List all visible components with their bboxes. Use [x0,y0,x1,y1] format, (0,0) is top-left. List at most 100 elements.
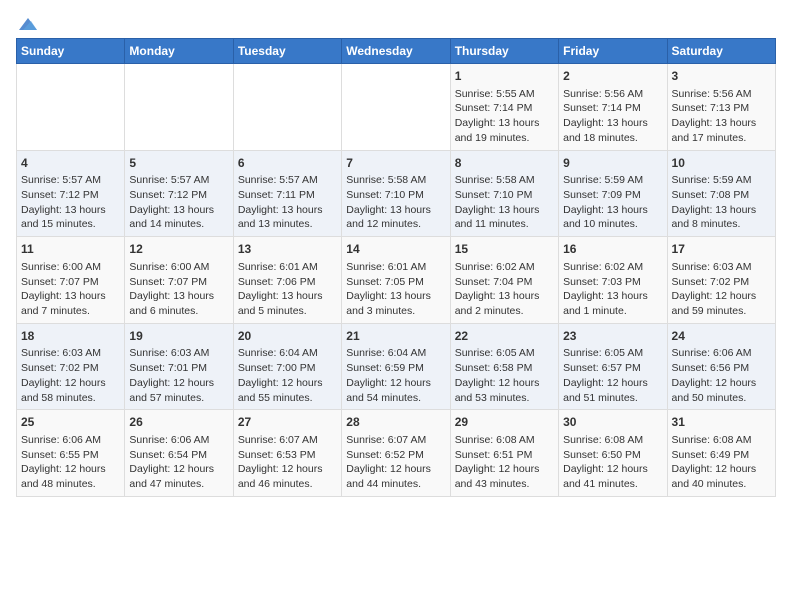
day-info: and 7 minutes. [21,304,120,319]
day-info: Sunset: 6:53 PM [238,448,337,463]
day-info: Daylight: 12 hours [672,376,771,391]
day-info: Sunrise: 6:03 AM [129,346,228,361]
day-info: Sunset: 7:13 PM [672,101,771,116]
day-info: Daylight: 12 hours [129,462,228,477]
day-info: Daylight: 13 hours [563,203,662,218]
day-info: Sunrise: 6:08 AM [455,433,554,448]
day-number: 5 [129,155,228,172]
calendar-cell: 1Sunrise: 5:55 AMSunset: 7:14 PMDaylight… [450,64,558,151]
day-info: Daylight: 12 hours [563,376,662,391]
day-info: Sunset: 6:58 PM [455,361,554,376]
day-number: 20 [238,328,337,345]
day-info: and 51 minutes. [563,391,662,406]
day-info: Daylight: 13 hours [129,289,228,304]
day-info: and 11 minutes. [455,217,554,232]
day-number: 22 [455,328,554,345]
day-info: and 6 minutes. [129,304,228,319]
day-info: Sunrise: 6:08 AM [563,433,662,448]
day-info: Sunrise: 6:00 AM [129,260,228,275]
header-day-friday: Friday [559,39,667,64]
day-info: Sunset: 7:06 PM [238,275,337,290]
day-info: Daylight: 13 hours [129,203,228,218]
header-day-sunday: Sunday [17,39,125,64]
calendar-cell: 20Sunrise: 6:04 AMSunset: 7:00 PMDayligh… [233,323,341,410]
day-info: Sunset: 7:01 PM [129,361,228,376]
calendar-cell: 17Sunrise: 6:03 AMSunset: 7:02 PMDayligh… [667,237,775,324]
day-info: Sunrise: 5:58 AM [455,173,554,188]
day-info: Sunrise: 6:01 AM [346,260,445,275]
day-number: 26 [129,414,228,431]
day-number: 18 [21,328,120,345]
day-info: Sunset: 6:59 PM [346,361,445,376]
calendar-cell: 25Sunrise: 6:06 AMSunset: 6:55 PMDayligh… [17,410,125,497]
day-info: Sunset: 6:49 PM [672,448,771,463]
calendar-cell: 2Sunrise: 5:56 AMSunset: 7:14 PMDaylight… [559,64,667,151]
header-day-wednesday: Wednesday [342,39,450,64]
day-info: Sunrise: 6:05 AM [455,346,554,361]
day-info: Sunset: 6:56 PM [672,361,771,376]
day-info: and 53 minutes. [455,391,554,406]
week-row-4: 18Sunrise: 6:03 AMSunset: 7:02 PMDayligh… [17,323,776,410]
calendar-cell: 27Sunrise: 6:07 AMSunset: 6:53 PMDayligh… [233,410,341,497]
day-info: and 2 minutes. [455,304,554,319]
day-info: Sunset: 7:08 PM [672,188,771,203]
calendar-cell: 24Sunrise: 6:06 AMSunset: 6:56 PMDayligh… [667,323,775,410]
day-info: Sunset: 6:51 PM [455,448,554,463]
day-info: Sunrise: 6:00 AM [21,260,120,275]
day-number: 4 [21,155,120,172]
calendar-cell [342,64,450,151]
day-info: Sunrise: 6:06 AM [21,433,120,448]
day-info: and 40 minutes. [672,477,771,492]
calendar-cell: 8Sunrise: 5:58 AMSunset: 7:10 PMDaylight… [450,150,558,237]
day-info: Sunset: 7:10 PM [455,188,554,203]
day-info: Sunset: 6:57 PM [563,361,662,376]
day-info: Daylight: 13 hours [455,289,554,304]
day-number: 9 [563,155,662,172]
day-info: and 48 minutes. [21,477,120,492]
day-number: 13 [238,241,337,258]
day-info: Sunrise: 6:06 AM [129,433,228,448]
day-info: Daylight: 12 hours [455,376,554,391]
day-info: Sunset: 7:14 PM [455,101,554,116]
week-row-5: 25Sunrise: 6:06 AMSunset: 6:55 PMDayligh… [17,410,776,497]
day-info: Daylight: 12 hours [129,376,228,391]
day-info: and 12 minutes. [346,217,445,232]
calendar-body: 1Sunrise: 5:55 AMSunset: 7:14 PMDaylight… [17,64,776,497]
day-number: 17 [672,241,771,258]
calendar-cell: 6Sunrise: 5:57 AMSunset: 7:11 PMDaylight… [233,150,341,237]
day-info: Sunrise: 6:08 AM [672,433,771,448]
day-info: Daylight: 12 hours [238,462,337,477]
day-number: 27 [238,414,337,431]
day-info: Daylight: 13 hours [672,203,771,218]
day-info: Daylight: 13 hours [21,203,120,218]
day-number: 3 [672,68,771,85]
day-info: and 8 minutes. [672,217,771,232]
header-day-thursday: Thursday [450,39,558,64]
day-info: Daylight: 13 hours [346,289,445,304]
day-info: Daylight: 12 hours [346,376,445,391]
day-info: Sunrise: 6:03 AM [21,346,120,361]
day-info: Sunrise: 6:02 AM [563,260,662,275]
day-info: Sunset: 7:12 PM [129,188,228,203]
day-info: Sunrise: 5:57 AM [21,173,120,188]
day-info: Sunrise: 6:01 AM [238,260,337,275]
week-row-1: 1Sunrise: 5:55 AMSunset: 7:14 PMDaylight… [17,64,776,151]
logo [16,16,40,30]
calendar-cell: 9Sunrise: 5:59 AMSunset: 7:09 PMDaylight… [559,150,667,237]
day-info: and 17 minutes. [672,131,771,146]
week-row-2: 4Sunrise: 5:57 AMSunset: 7:12 PMDaylight… [17,150,776,237]
day-info: Sunrise: 5:56 AM [563,87,662,102]
day-number: 29 [455,414,554,431]
day-info: Sunrise: 6:04 AM [346,346,445,361]
day-info: Sunset: 7:00 PM [238,361,337,376]
day-info: and 46 minutes. [238,477,337,492]
day-info: Sunset: 7:09 PM [563,188,662,203]
calendar-cell: 19Sunrise: 6:03 AMSunset: 7:01 PMDayligh… [125,323,233,410]
calendar-cell: 3Sunrise: 5:56 AMSunset: 7:13 PMDaylight… [667,64,775,151]
day-info: Sunrise: 6:07 AM [346,433,445,448]
header-row: SundayMondayTuesdayWednesdayThursdayFrid… [17,39,776,64]
day-number: 15 [455,241,554,258]
day-info: and 55 minutes. [238,391,337,406]
day-info: Sunrise: 5:59 AM [672,173,771,188]
day-info: and 44 minutes. [346,477,445,492]
